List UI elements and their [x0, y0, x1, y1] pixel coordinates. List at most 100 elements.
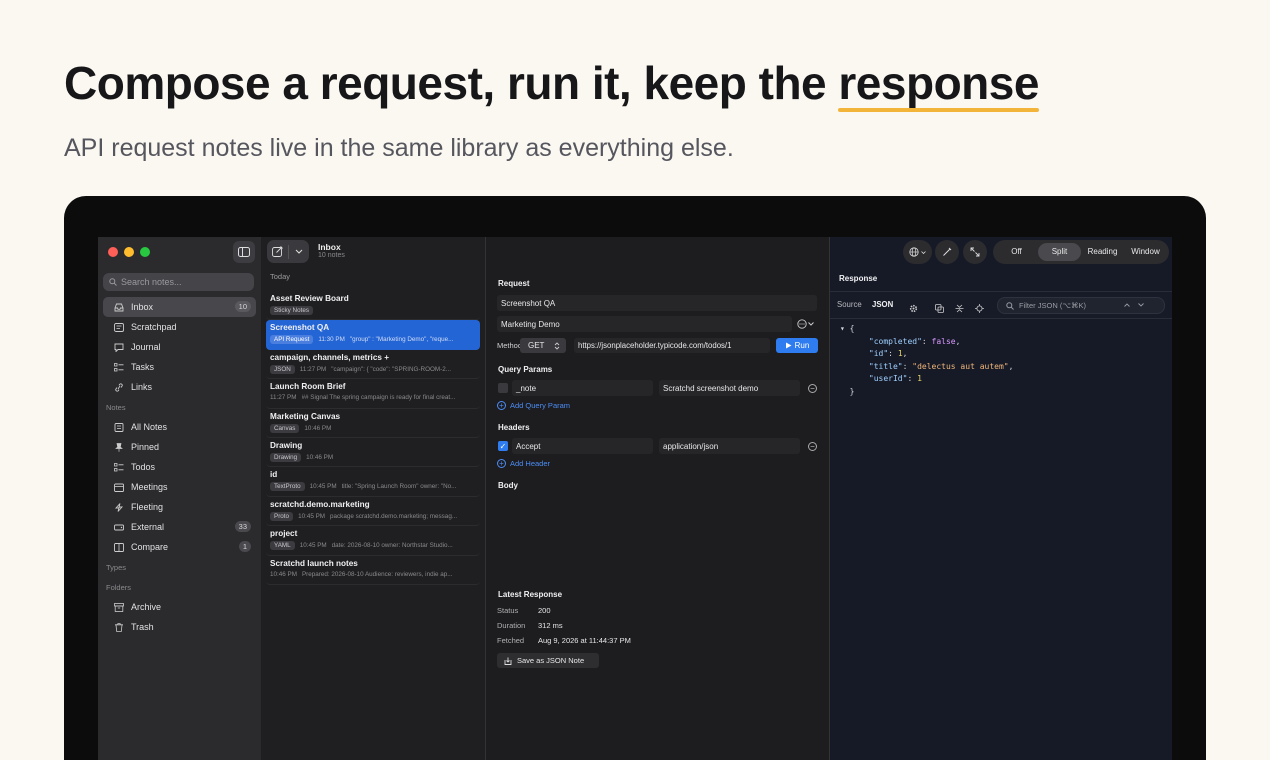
note-preview: Prepared: 2026-08-10 Audience: reviewers…: [301, 570, 453, 578]
disclosure-triangle-icon[interactable]: ▾: [840, 324, 845, 333]
edit-button[interactable]: [935, 240, 959, 264]
close-window-button[interactable]: [108, 247, 118, 257]
sidebar-item-inbox[interactable]: Inbox 10: [103, 297, 256, 317]
note-list-item[interactable]: Scratchd launch notes 10:46 PM Prepared: 2…: [266, 556, 480, 585]
header-key[interactable]: Accept: [512, 438, 653, 454]
filter-json-placeholder: Filter JSON (⌥⌘K): [1019, 301, 1086, 310]
query-param-key[interactable]: _note: [512, 380, 653, 396]
note-preview: date: 2026-08-10 owner: Northstar Studio…: [331, 542, 453, 550]
mode-window[interactable]: Window: [1124, 243, 1167, 261]
more-circle-icon: [797, 319, 807, 329]
sidebar-item-label: Fleeting: [131, 502, 164, 512]
note-list-item[interactable]: Marketing Canvas Canvas 10:46 PM: [266, 409, 480, 438]
note-list-item[interactable]: scratchd.demo.marketing Proto 10:45 PM pack…: [266, 497, 480, 527]
note-type-tag: YAML: [270, 541, 295, 551]
expand-button[interactable]: [963, 240, 987, 264]
target-icon: [975, 304, 984, 313]
zoom-window-button[interactable]: [140, 247, 150, 257]
note-list-item[interactable]: Launch Room Brief 11:27 PM ## Signal The s…: [266, 379, 480, 409]
remove-header-button[interactable]: −: [808, 442, 817, 451]
sidebar-item-fleeting[interactable]: Fleeting: [103, 497, 256, 517]
sidebar-item-tasks[interactable]: Tasks: [103, 357, 256, 377]
request-group-field[interactable]: Marketing Demo: [497, 316, 792, 332]
note-time: 10:45 PM: [309, 483, 337, 491]
mode-off[interactable]: Off: [995, 243, 1038, 261]
note-list-item[interactable]: Screenshot QA API Request 11:30 PM "group" …: [266, 320, 480, 350]
sidebar-item-label: Compare: [131, 542, 169, 552]
query-param-value[interactable]: Scratchd screenshot demo: [659, 380, 800, 396]
note-title: Drawing: [270, 440, 303, 450]
response-toolbar: Source JSON Filter JSON (⌥⌘K): [830, 291, 1172, 319]
filter-json-input[interactable]: Filter JSON (⌥⌘K): [997, 297, 1165, 314]
request-name-field[interactable]: Screenshot QA: [497, 295, 817, 311]
mode-split[interactable]: Split: [1038, 243, 1081, 261]
chevron-down-icon[interactable]: [1138, 303, 1144, 307]
checklist-icon: [114, 362, 124, 372]
copy-button[interactable]: [935, 300, 944, 318]
add-header-label: Add Header: [510, 459, 551, 468]
expand-icon: [970, 247, 980, 257]
new-note-menu-button[interactable]: [289, 249, 310, 254]
sidebar-item-archive[interactable]: Archive: [103, 597, 256, 617]
note-time: 10:46 PM: [304, 424, 332, 432]
minimize-window-button[interactable]: [124, 247, 134, 257]
hero-title-text: Compose a request, run it, keep the: [64, 57, 839, 109]
sidebar-item-journal[interactable]: Journal: [103, 337, 256, 357]
calendar-icon: [114, 482, 124, 492]
note-time: 10:46 PM: [270, 570, 297, 578]
save-as-json-note-button[interactable]: Save as JSON Note: [497, 653, 599, 668]
run-button[interactable]: Run: [776, 338, 818, 353]
scratchpad-icon: [114, 322, 124, 332]
sidebar-item-links[interactable]: Links: [103, 377, 256, 397]
note-title: campaign, channels, metrics +: [270, 352, 389, 362]
note-list: Asset Review Board Sticky Notes Screenshot…: [266, 291, 480, 585]
drive-icon: [114, 522, 124, 532]
json-tab[interactable]: JSON: [872, 300, 893, 309]
note-type-tag: TextProto: [270, 482, 305, 492]
latest-response-heading: Latest Response: [498, 590, 563, 599]
search-placeholder: Search notes...: [121, 277, 182, 287]
sidebar-item-compare[interactable]: Compare 1: [103, 537, 256, 557]
remove-query-param-button[interactable]: −: [808, 384, 817, 393]
sidebar-item-trash[interactable]: Trash: [103, 617, 256, 637]
checklist-icon: [114, 462, 124, 472]
source-tab[interactable]: Source: [837, 300, 862, 309]
chevron-up-icon[interactable]: [1124, 303, 1130, 307]
note-list-item[interactable]: id TextProto 10:45 PM title: "Spring Launch…: [266, 467, 480, 497]
sidebar-item-external[interactable]: External 33: [103, 517, 256, 537]
tray-icon: [114, 302, 124, 312]
sidebar-item-count: 10: [234, 301, 251, 312]
note-title: Launch Room Brief: [270, 382, 346, 392]
add-query-param-button[interactable]: + Add Query Param: [497, 401, 570, 410]
url-field[interactable]: https://jsonplaceholder.typicode.com/tod…: [574, 338, 770, 353]
language-menu-button[interactable]: [903, 240, 932, 264]
json-key: "id": [868, 349, 889, 359]
sidebar-toggle-button[interactable]: [233, 241, 255, 263]
sidebar-item-todos[interactable]: Todos: [103, 457, 256, 477]
mode-reading[interactable]: Reading: [1081, 243, 1124, 261]
plus-circle-icon: +: [497, 459, 506, 468]
search-input[interactable]: Search notes...: [103, 273, 254, 291]
note-list-item[interactable]: project YAML 10:45 PM date: 2026-08-10 owne…: [266, 526, 480, 556]
sidebar-item-all-notes[interactable]: All Notes: [103, 417, 256, 437]
settings-button[interactable]: [909, 300, 918, 318]
add-header-button[interactable]: + Add Header: [497, 459, 550, 468]
note-list-item[interactable]: Drawing Drawing 10:46 PM: [266, 438, 480, 468]
sidebar-item-meetings[interactable]: Meetings: [103, 477, 256, 497]
compose-control: [267, 240, 309, 263]
method-select[interactable]: GET: [520, 338, 566, 353]
query-param-checkbox[interactable]: [498, 383, 508, 393]
collapse-icon: [955, 304, 964, 313]
new-note-button[interactable]: [267, 246, 288, 257]
expand-all-button[interactable]: [975, 300, 984, 318]
sidebar-item-label: External: [131, 522, 165, 532]
header-checkbox[interactable]: ✓: [498, 441, 508, 451]
group-menu-button[interactable]: [797, 319, 814, 329]
note-list-item[interactable]: campaign, channels, metrics + JSON 11:27 P…: [266, 350, 480, 380]
note-list-item[interactable]: Asset Review Board Sticky Notes: [266, 291, 480, 321]
header-value[interactable]: application/json: [659, 438, 800, 454]
note-preview: "group" : "Marketing Demo", "reque...: [349, 336, 454, 344]
sidebar-item-pinned[interactable]: Pinned: [103, 437, 256, 457]
collapse-button[interactable]: [955, 300, 964, 318]
sidebar-item-scratchpad[interactable]: Scratchpad: [103, 317, 256, 337]
